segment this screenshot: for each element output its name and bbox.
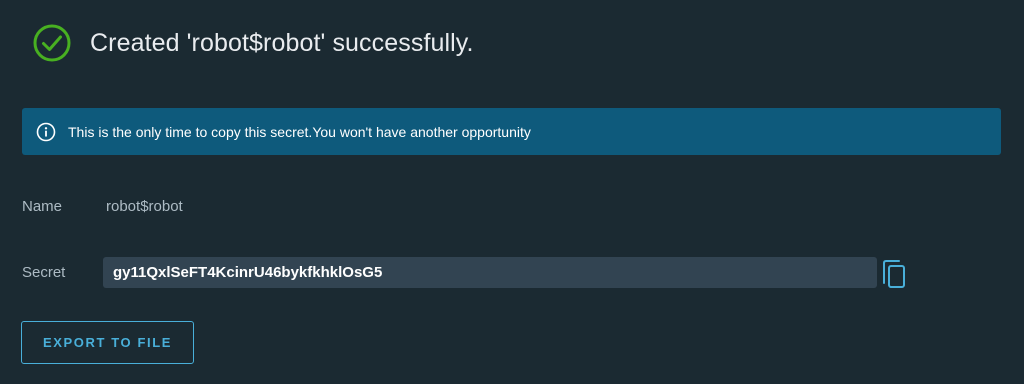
secret-label: Secret xyxy=(22,264,66,281)
copy-button[interactable] xyxy=(880,258,908,290)
page-title: Created 'robot$robot' successfully. xyxy=(90,28,474,57)
export-to-file-button[interactable]: EXPORT TO FILE xyxy=(21,321,194,364)
name-label: Name xyxy=(22,198,63,215)
info-alert: This is the only time to copy this secre… xyxy=(22,108,1001,155)
alert-message: This is the only time to copy this secre… xyxy=(68,123,531,140)
robot-created-dialog: Created 'robot$robot' successfully. This… xyxy=(0,0,1024,384)
secret-field[interactable] xyxy=(103,257,877,288)
copy-icon xyxy=(881,259,907,289)
info-icon xyxy=(36,122,56,142)
name-value: robot$robot xyxy=(106,198,183,215)
dialog-header: Created 'robot$robot' successfully. xyxy=(32,23,474,63)
check-circle-icon xyxy=(32,23,72,63)
